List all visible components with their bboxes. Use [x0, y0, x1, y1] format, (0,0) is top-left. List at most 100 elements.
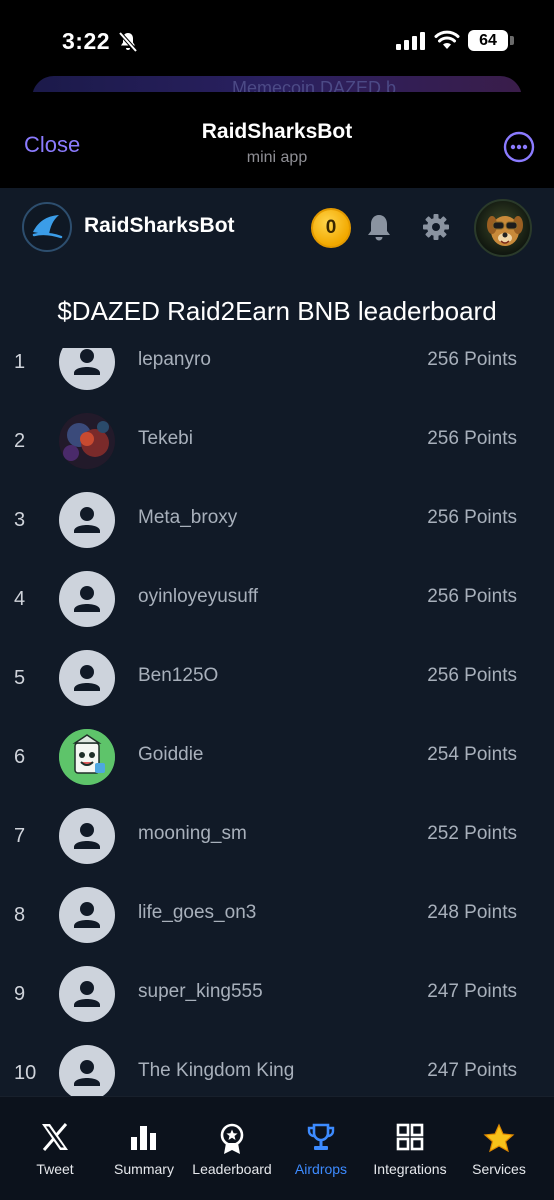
leaderboard-row[interactable]: 8 life_goes_on3 248 Points	[0, 877, 554, 956]
notifications-icon[interactable]	[366, 212, 392, 242]
shark-fin-icon	[32, 215, 63, 239]
rank-number: 1	[14, 351, 26, 373]
points-value: 256 Points	[427, 349, 517, 370]
rank-number: 9	[14, 983, 26, 1005]
username: The Kingdom King	[138, 1060, 295, 1081]
points-value: 248 Points	[427, 902, 517, 923]
person-icon	[74, 665, 100, 691]
default-avatar	[59, 966, 115, 1022]
leaderboard-row[interactable]: 5 Ben125O 256 Points	[0, 640, 554, 719]
battery-tip	[510, 36, 514, 45]
person-icon	[74, 823, 100, 849]
more-options-icon[interactable]	[503, 131, 535, 163]
nav-tweet[interactable]: Tweet	[6, 1097, 104, 1197]
leaderboard-row[interactable]: 4 oyinloyeyusuff 256 Points	[0, 561, 554, 640]
person-icon	[74, 902, 100, 928]
app-content: RaidSharksBot 0 $DAZED Raid2Earn BNB lea…	[0, 188, 554, 1200]
rank-number: 7	[14, 825, 26, 847]
points-value: 247 Points	[427, 1060, 517, 1081]
miniapp-header: Close RaidSharksBot mini app	[0, 92, 554, 188]
rank-number: 5	[14, 667, 26, 689]
username: Goiddie	[138, 744, 204, 765]
milk-carton-avatar-icon	[59, 729, 115, 785]
leaderboard-row[interactable]: 7 mooning_sm 252 Points	[0, 798, 554, 877]
rank-number: 10	[14, 1062, 37, 1084]
nav-label: Services	[472, 1161, 526, 1177]
rank-number: 3	[14, 509, 26, 531]
nav-label: Tweet	[36, 1161, 74, 1177]
x-logo-icon	[42, 1123, 68, 1151]
star-icon	[483, 1123, 515, 1153]
custom-avatar	[59, 729, 115, 785]
leaderboard-row[interactable]: 3 Meta_broxy 256 Points	[0, 482, 554, 561]
bar-chart-icon	[131, 1126, 156, 1150]
rank-number: 2	[14, 430, 26, 452]
points-value: 247 Points	[427, 981, 517, 1002]
person-icon	[74, 507, 100, 533]
nav-integrations[interactable]: Integrations	[362, 1097, 458, 1197]
leaderboard-row[interactable]: 2 Tekebi 256 Points	[0, 403, 554, 482]
nav-label: Integrations	[373, 1161, 447, 1177]
default-avatar	[59, 887, 115, 943]
username: Meta_broxy	[138, 507, 238, 528]
nav-airdrops[interactable]: Airdrops	[276, 1097, 366, 1197]
username: Ben125O	[138, 665, 219, 686]
person-icon	[74, 349, 100, 375]
trophy-icon	[307, 1123, 335, 1150]
grid-icon	[396, 1123, 424, 1151]
battery-indicator: 64	[468, 30, 508, 51]
settings-gear-icon[interactable]	[421, 212, 451, 242]
rank-number: 6	[14, 746, 26, 768]
rank-number: 8	[14, 904, 26, 926]
app-topbar: RaidSharksBot 0	[0, 188, 554, 268]
username: life_goes_on3	[138, 902, 257, 923]
nav-summary[interactable]: Summary	[98, 1097, 190, 1197]
custom-avatar	[59, 413, 115, 469]
leaderboard-title: $DAZED Raid2Earn BNB leaderboard	[57, 296, 497, 326]
username: oyinloyeyusuff	[138, 586, 259, 607]
nav-services[interactable]: Services	[452, 1097, 546, 1197]
username: mooning_sm	[138, 823, 247, 844]
default-avatar	[59, 492, 115, 548]
bell-off-icon	[118, 31, 138, 53]
leaderboard-row[interactable]: 9 super_king555 247 Points	[0, 956, 554, 1035]
user-avatar[interactable]	[474, 199, 532, 257]
wifi-icon	[434, 30, 460, 49]
person-icon	[74, 1060, 100, 1086]
app-brand-name: RaidSharksBot	[84, 214, 235, 237]
nav-label: Summary	[114, 1161, 174, 1177]
username: super_king555	[138, 981, 263, 1002]
rank-number: 4	[14, 588, 26, 610]
username: Tekebi	[138, 428, 193, 449]
cellular-signal-icon	[396, 32, 425, 50]
miniapp-subtitle: mini app	[246, 149, 308, 166]
points-value: 256 Points	[427, 507, 517, 528]
nav-label: Leaderboard	[192, 1161, 272, 1177]
leaderboard-row[interactable]: 6 Goiddie 254 Points	[0, 719, 554, 798]
default-avatar	[59, 348, 115, 390]
default-avatar	[59, 571, 115, 627]
nav-label: Airdrops	[294, 1161, 348, 1177]
person-icon	[74, 981, 100, 1007]
medal-icon	[220, 1123, 244, 1154]
status-bar: 3:22 64	[0, 0, 554, 80]
person-icon	[74, 586, 100, 612]
default-avatar	[59, 808, 115, 864]
bottom-nav: Tweet Summary Leaderboard Airdrops Integ…	[0, 1096, 554, 1200]
leaderboard-list[interactable]: 1 lepanyro 256 Points 2 Tekebi 256 Point…	[0, 348, 554, 1116]
dog-avatar-icon	[487, 216, 523, 246]
status-time: 3:22	[62, 28, 111, 54]
leaderboard-row[interactable]: 1 lepanyro 256 Points	[0, 348, 554, 403]
points-value: 254 Points	[427, 744, 517, 765]
raidsharks-logo[interactable]	[22, 202, 72, 252]
default-avatar	[59, 1045, 115, 1101]
warrior-avatar-icon	[59, 413, 115, 469]
default-avatar	[59, 650, 115, 706]
nav-leaderboard[interactable]: Leaderboard	[184, 1097, 280, 1197]
points-value: 256 Points	[427, 586, 517, 607]
miniapp-title: RaidSharksBot	[201, 120, 353, 143]
points-value: 256 Points	[427, 428, 517, 449]
points-value: 252 Points	[427, 823, 517, 844]
points-value: 256 Points	[427, 665, 517, 686]
coin-balance[interactable]: 0	[311, 208, 351, 248]
